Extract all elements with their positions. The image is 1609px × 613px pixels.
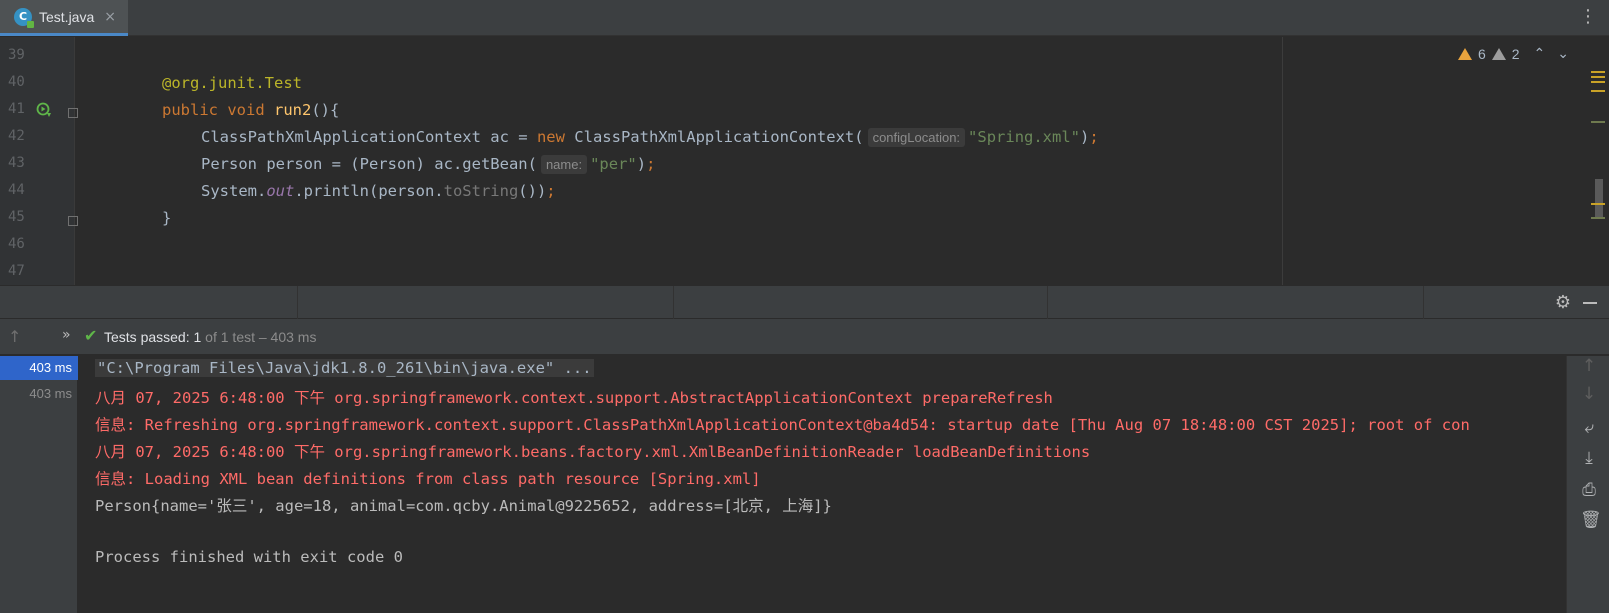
console-line: Process finished with exit code 0 xyxy=(95,548,403,566)
warning-icon xyxy=(1457,47,1472,60)
arrow-up-icon[interactable]: ↑ xyxy=(1580,356,1598,376)
error-stripe[interactable] xyxy=(1587,37,1609,285)
console-line: "C:\Program Files\Java\jdk1.8.0_261\bin\… xyxy=(95,359,594,377)
warning-marker[interactable] xyxy=(1591,90,1605,92)
parameter-hint: name: xyxy=(540,155,588,174)
warning-marker[interactable] xyxy=(1591,203,1605,205)
tab-test-java[interactable]: C Test.java × xyxy=(0,0,128,36)
header-segment xyxy=(298,286,674,320)
warning-marker[interactable] xyxy=(1591,76,1605,78)
tab-label: Test.java xyxy=(39,8,95,25)
chevron-up-icon[interactable]: ⌃ xyxy=(1534,45,1546,62)
console-toolbar: ↑ ↓ ⤶ ⤓ ⎙ 🗑 xyxy=(1566,356,1609,613)
more-vertical-icon[interactable]: ⋮ xyxy=(1579,8,1597,26)
warning-marker[interactable] xyxy=(1591,71,1605,73)
code-line-42: ClassPathXmlApplicationContext ac = new … xyxy=(201,128,1099,147)
test-node[interactable]: 403 ms xyxy=(0,382,78,406)
arrow-up-icon[interactable]: ↑ xyxy=(8,327,21,346)
run-tool-window-header: ⚙ xyxy=(0,285,1609,320)
console-line: 八月 07, 2025 6:48:00 下午 org.springframewo… xyxy=(95,443,1091,461)
check-icon: ✔ xyxy=(84,326,98,345)
tests-passed-text: Tests passed: 1 of 1 test – 403 ms xyxy=(104,329,317,345)
console-line: 信息: Refreshing org.springframework.conte… xyxy=(95,416,1470,434)
scroll-to-end-icon[interactable]: ⤓ xyxy=(1580,448,1598,468)
console-output[interactable]: "C:\Program Files\Java\jdk1.8.0_261\bin\… xyxy=(79,356,1566,613)
minimize-icon[interactable] xyxy=(1583,302,1597,304)
code-line-45: } xyxy=(162,209,172,227)
test-tree: 403 ms 403 ms xyxy=(0,356,78,613)
right-margin-guide xyxy=(1282,37,1283,285)
inspection-widget[interactable]: 6 2 ⌃ ⌄ xyxy=(1457,45,1569,62)
weak-warning-marker[interactable] xyxy=(1591,121,1605,123)
arrow-down-icon[interactable]: ↓ xyxy=(1580,384,1598,404)
double-chevron-right-icon[interactable]: » xyxy=(62,327,71,343)
close-icon[interactable]: × xyxy=(104,9,116,25)
header-segment xyxy=(0,286,298,320)
warning-marker[interactable] xyxy=(1591,81,1605,83)
code-line-43: Person person = (Person) ac.getBean(name… xyxy=(201,155,656,174)
gear-icon[interactable]: ⚙ xyxy=(1555,292,1571,313)
code-line-40: @org.junit.Test xyxy=(162,74,302,92)
test-status-bar: ↑ » ✔ Tests passed: 1 of 1 test – 403 ms xyxy=(0,319,1609,355)
weak-warnings-count: 2 xyxy=(1511,45,1520,62)
warnings-count: 6 xyxy=(1477,45,1486,62)
code-area[interactable]: @org.junit.Test public void run2(){ Clas… xyxy=(0,37,1280,285)
console-line: 信息: Loading XML bean definitions from cl… xyxy=(95,470,761,488)
console-line: Person{name='张三', age=18, animal=com.qcb… xyxy=(95,497,832,515)
soft-wrap-icon[interactable]: ⤶ xyxy=(1580,418,1598,438)
parameter-hint: configLocation: xyxy=(867,128,966,147)
test-node-root[interactable]: 403 ms xyxy=(0,356,78,380)
header-segment xyxy=(1048,286,1424,320)
console-line: 八月 07, 2025 6:48:00 下午 org.springframewo… xyxy=(95,389,1053,407)
code-editor[interactable]: 39 40 41 42 43 44 45 46 47 @org.junit.Te… xyxy=(0,37,1609,285)
weak-warning-marker[interactable] xyxy=(1591,217,1605,219)
print-icon[interactable]: ⎙ xyxy=(1580,480,1598,500)
editor-tab-bar: C Test.java × ⋮ xyxy=(0,0,1609,36)
weak-warning-icon xyxy=(1491,47,1506,60)
scroll-thumb[interactable] xyxy=(1595,179,1603,217)
header-segment xyxy=(674,286,1048,320)
code-line-44: System.out.println(person.toString()); xyxy=(201,182,556,200)
java-class-icon: C xyxy=(14,7,34,28)
trash-icon[interactable]: 🗑 xyxy=(1580,510,1602,530)
chevron-down-icon[interactable]: ⌄ xyxy=(1557,45,1569,62)
code-line-41: public void run2(){ xyxy=(162,101,340,119)
